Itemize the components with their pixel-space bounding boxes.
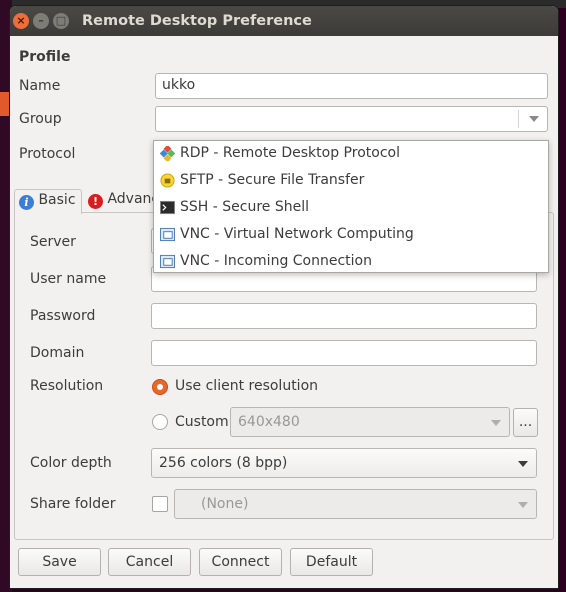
domain-input[interactable] <box>151 340 537 366</box>
minimize-icon: – <box>38 14 44 27</box>
rdp-icon <box>160 146 175 161</box>
protocol-option-rdp[interactable]: RDP - Remote Desktop Protocol <box>154 141 548 168</box>
protocol-option-vnc-incoming[interactable]: VNC - Incoming Connection <box>154 249 548 276</box>
background-window-highlight <box>0 92 10 116</box>
profile-section-title: Profile <box>19 49 71 65</box>
custom-resolution-more-button[interactable]: ... <box>513 408 538 437</box>
remote-desktop-preference-window: × – □ Remote Desktop Preference Profile … <box>10 6 558 588</box>
group-label: Group <box>19 111 62 127</box>
protocol-dropdown-menu: RDP - Remote Desktop Protocol SFTP - Sec… <box>153 140 549 273</box>
name-label: Name <box>19 78 61 94</box>
resolution-label: Resolution <box>30 378 104 394</box>
chevron-down-icon <box>491 420 501 426</box>
protocol-option-ssh[interactable]: SSH - Secure Shell <box>154 195 548 222</box>
share-folder-label: Share folder <box>30 496 116 512</box>
combo-separator <box>518 110 519 128</box>
tab-advanced[interactable]: ! Advanced <box>84 189 164 213</box>
use-client-resolution-label[interactable]: Use client resolution <box>175 378 318 394</box>
cancel-button[interactable]: Cancel <box>108 548 191 576</box>
maximize-window-button[interactable]: □ <box>53 13 69 29</box>
error-icon: ! <box>88 194 103 209</box>
close-icon: × <box>16 14 26 27</box>
tab-basic-label: Basic <box>38 192 76 208</box>
name-input[interactable]: ukko <box>155 73 548 99</box>
color-depth-label: Color depth <box>30 455 112 471</box>
protocol-option-label: VNC - Incoming Connection <box>180 253 372 269</box>
protocol-option-vnc[interactable]: VNC - Virtual Network Computing <box>154 222 548 249</box>
close-window-button[interactable]: × <box>13 13 29 29</box>
title-bar[interactable]: × – □ Remote Desktop Preference <box>10 6 558 36</box>
default-button[interactable]: Default <box>290 548 373 576</box>
custom-resolution-value: 640x480 <box>238 414 300 430</box>
use-client-resolution-radio[interactable] <box>152 379 168 395</box>
custom-resolution-combobox[interactable]: 640x480 <box>230 407 510 437</box>
group-combobox[interactable] <box>155 106 548 132</box>
maximize-icon: □ <box>55 14 67 27</box>
chevron-down-icon <box>518 461 528 467</box>
info-icon: i <box>19 195 34 210</box>
chevron-down-icon <box>529 116 539 122</box>
password-label: Password <box>30 308 96 324</box>
share-folder-value: (None) <box>201 496 249 512</box>
vnc-icon <box>160 227 175 242</box>
password-input[interactable] <box>151 303 537 329</box>
share-folder-checkbox[interactable] <box>152 496 168 512</box>
save-button[interactable]: Save <box>18 548 101 576</box>
minimize-window-button[interactable]: – <box>33 13 49 29</box>
server-label: Server <box>30 234 76 250</box>
protocol-label: Protocol <box>19 146 76 162</box>
custom-resolution-radio[interactable] <box>152 414 168 430</box>
share-folder-combobox[interactable]: (None) <box>174 489 537 519</box>
protocol-option-label: SSH - Secure Shell <box>180 199 309 215</box>
protocol-option-label: RDP - Remote Desktop Protocol <box>180 145 400 161</box>
vnc-incoming-icon <box>160 254 175 269</box>
color-depth-value: 256 colors (8 bpp) <box>159 455 288 471</box>
protocol-option-label: SFTP - Secure File Transfer <box>180 172 365 188</box>
chevron-down-icon <box>518 502 528 508</box>
tab-basic[interactable]: i Basic <box>14 189 82 214</box>
protocol-option-sftp[interactable]: SFTP - Secure File Transfer <box>154 168 548 195</box>
color-depth-combobox[interactable]: 256 colors (8 bpp) <box>151 448 537 478</box>
terminal-icon <box>160 200 175 215</box>
protocol-option-label: VNC - Virtual Network Computing <box>180 226 414 242</box>
connect-button[interactable]: Connect <box>199 548 282 576</box>
window-title: Remote Desktop Preference <box>82 13 312 29</box>
sftp-icon <box>160 173 175 188</box>
custom-resolution-label[interactable]: Custom <box>175 414 229 430</box>
domain-label: Domain <box>30 345 85 361</box>
username-label: User name <box>30 271 107 287</box>
